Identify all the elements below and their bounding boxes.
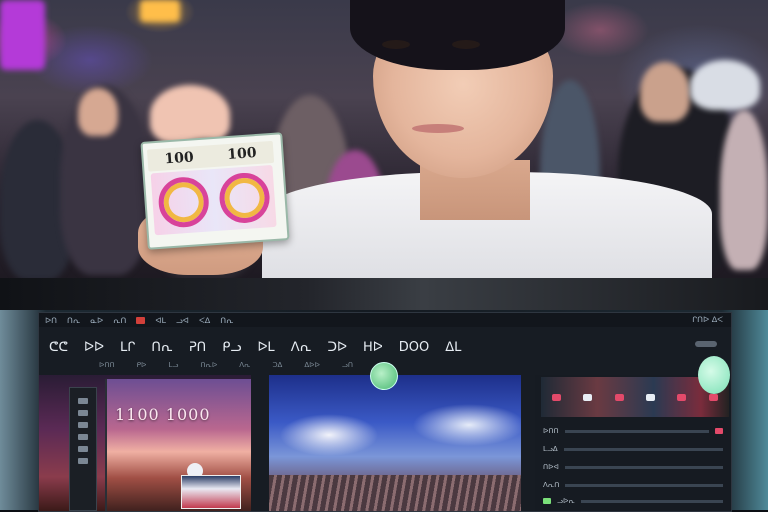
toolbar-item[interactable]: ᕦᕦ (49, 340, 68, 355)
property-bar (565, 483, 723, 487)
toolbar-sub-item[interactable]: ᐱᕆ (239, 361, 250, 371)
toolbar-item[interactable]: ᐱᕆ (291, 340, 312, 355)
menu-item[interactable]: ᓇᐅ (90, 316, 103, 325)
person-mouth (412, 124, 464, 133)
property-label: ᐱᕆᑎ (543, 481, 560, 489)
menu-item[interactable]: ᐸᐃ (199, 316, 210, 325)
toolbar-sub-item[interactable]: ᑭᐅ (137, 361, 147, 371)
toolbar-item[interactable]: DOO (399, 340, 429, 355)
editor-window: ᐅᑎ ᑎᕆ ᓇᐅ ᕆᑎ ᐊᒪ ᓗᐊ ᐸᐃ ᑎᕆ ᒋᑎᐅ ᐃᐸ ᕦᕦ ᐅᐅ ᒪᒋ … (38, 312, 732, 512)
menu-item[interactable]: ᑎᕆ (67, 316, 80, 325)
property-label: ᑎᐅᐊ (543, 463, 559, 471)
toolbar-item[interactable]: ᕈᑎ (189, 340, 206, 355)
crowd-person (640, 62, 690, 122)
property-label: ᒪᓗᐃ (543, 445, 558, 453)
color-swatch[interactable] (715, 428, 723, 434)
toolbar: ᕦᕦ ᐅᐅ ᒪᒋ ᑎᕆ ᕈᑎ ᑭᓗ ᐅᒪ ᐱᕆ ᑐᐅ ᕼᐅ DOO ᐃᒪ (39, 333, 731, 361)
menu-item[interactable]: ᐊᒪ (155, 316, 166, 325)
tool-icon[interactable] (78, 410, 88, 416)
toggle-icon (695, 341, 717, 347)
toolbar-sub-item[interactable]: ᑐᐃ (272, 361, 282, 371)
thumbnail-marker[interactable] (677, 393, 687, 401)
tool-icon[interactable] (78, 434, 88, 440)
menubar: ᐅᑎ ᑎᕆ ᓇᐅ ᕆᑎ ᐊᒪ ᓗᐊ ᐸᐃ ᑎᕆ ᒋᑎᐅ ᐃᐸ (39, 313, 731, 327)
tool-icon[interactable] (78, 398, 88, 404)
color-swatch[interactable] (543, 498, 551, 504)
field-image (269, 475, 521, 511)
screen-bezel (0, 278, 768, 310)
menubar-status: ᒋᑎᐅ ᐃᐸ (692, 315, 723, 324)
property-bar (563, 447, 723, 451)
toolbar-toggle[interactable] (695, 341, 717, 347)
poster-title: 1100 1000 (115, 405, 211, 424)
property-bar (564, 465, 723, 469)
tool-palette (69, 387, 97, 511)
toolbar-item[interactable]: ᐅᐅ (84, 340, 104, 355)
canvas-preview[interactable] (269, 375, 521, 511)
poster-preview[interactable]: 1100 1000 (105, 379, 251, 511)
mint-circle-icon (698, 356, 730, 394)
poster-thumbnail[interactable] (181, 475, 241, 509)
property-label: ᓗᐅᕆ (557, 497, 575, 505)
menu-item[interactable]: ᕆᑎ (113, 316, 126, 325)
menu-item[interactable]: ᐅᑎ (45, 316, 57, 325)
thumbnail-marker[interactable] (708, 393, 718, 401)
toolbar-sub-item[interactable]: ᐅᑎᑎ (99, 361, 115, 371)
ticket-card-art (150, 164, 277, 236)
crowd-person (78, 88, 118, 136)
toolbar-sub-item[interactable]: ᑎᕆᐅ (200, 361, 217, 371)
property-row[interactable]: ᓗᐅᕆ (543, 497, 723, 505)
property-label: ᐅᑎᑎ (543, 427, 559, 435)
toolbar-sub-item[interactable]: ᓗᑎ (342, 361, 353, 371)
tool-icon[interactable] (78, 446, 88, 452)
ring-icon (217, 171, 271, 225)
neon-sign (140, 0, 180, 22)
toolbar-item[interactable]: ᐃᒪ (445, 340, 461, 355)
record-icon[interactable] (136, 316, 146, 324)
toolbar-item[interactable]: ᒪᒋ (120, 340, 135, 355)
thumbnail-marker[interactable] (614, 393, 624, 401)
green-circle-icon (370, 362, 398, 390)
thumbnail-marker[interactable] (646, 393, 656, 401)
hero-photo: 100 100 (0, 0, 768, 278)
menu-item[interactable]: ᑎᕆ (220, 316, 233, 325)
toolbar-item[interactable]: ᑎᕆ (151, 340, 172, 355)
tool-icon[interactable] (78, 458, 88, 464)
ticket-card-label-right: 100 (226, 145, 258, 164)
property-row[interactable]: ᐱᕆᑎ (543, 481, 723, 489)
crowd-person (690, 60, 760, 110)
ticket-card: 100 100 (140, 132, 290, 250)
toolbar-sub-item[interactable]: ᒪᓗ (168, 361, 178, 371)
toolbar-item[interactable]: ᐅᒪ (257, 340, 274, 355)
toolbar-item[interactable]: ᕼᐅ (363, 340, 383, 355)
person-eye-right (452, 40, 480, 49)
tool-icon[interactable] (78, 422, 88, 428)
right-panel: ᐅᑎᑎ ᒪᓗᐃ ᑎᐅᐊ ᐱᕆᑎ ᓗᐅᕆ (535, 375, 731, 511)
property-bar (580, 499, 723, 503)
menu-item[interactable]: ᓗᐊ (176, 316, 189, 325)
left-panel: 1100 1000 (39, 375, 251, 511)
person-eye-left (382, 40, 410, 49)
thumbnail-marker[interactable] (583, 393, 593, 401)
property-row[interactable]: ᒪᓗᐃ (543, 445, 723, 453)
toolbar-item[interactable]: ᑭᓗ (222, 340, 241, 355)
neon-sign (0, 0, 45, 70)
crowd-person (720, 110, 768, 270)
property-row[interactable]: ᐅᑎᑎ (543, 427, 723, 435)
ring-icon (156, 175, 210, 229)
property-bar (564, 429, 709, 433)
toolbar-sub-item[interactable]: ᐃᐅᐅ (304, 361, 320, 371)
property-row[interactable]: ᑎᐅᐊ (543, 463, 723, 471)
ticket-card-label-left: 100 (163, 149, 195, 168)
toolbar-item[interactable]: ᑐᐅ (327, 340, 347, 355)
thumbnail-marker[interactable] (552, 393, 562, 401)
